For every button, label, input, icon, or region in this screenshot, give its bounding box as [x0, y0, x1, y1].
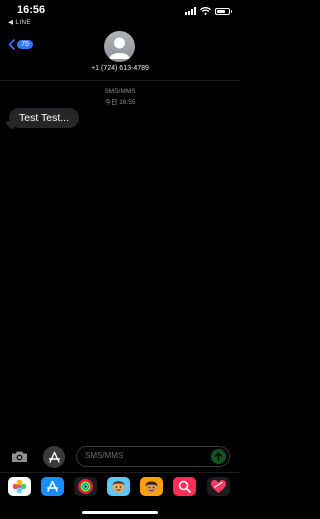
- service-label: SMS/MMS: [104, 88, 136, 95]
- activity-icon: [78, 479, 93, 494]
- chevron-left-icon: [8, 39, 15, 50]
- conversation-header: 75 +1 (724) 613-4789: [0, 28, 240, 80]
- message-input[interactable]: [85, 451, 205, 460]
- app-drawer-item-image-search[interactable]: [173, 477, 196, 496]
- camera-button[interactable]: [11, 450, 28, 468]
- status-time: 16:56: [17, 4, 46, 16]
- camera-icon: [12, 451, 27, 462]
- message-input-field[interactable]: [76, 446, 230, 467]
- battery-icon: [215, 7, 232, 15]
- back-to-app-link[interactable]: ◀ LINE: [8, 18, 31, 26]
- image-search-icon: [178, 480, 191, 493]
- wifi-icon: [200, 7, 211, 15]
- app-store-button[interactable]: [43, 446, 65, 468]
- header-divider: [0, 80, 240, 81]
- back-button[interactable]: 75: [8, 39, 33, 50]
- message-bubble-incoming[interactable]: Test Test...: [9, 108, 79, 128]
- app-drawer-item-memoji-stickers[interactable]: [140, 477, 163, 496]
- unread-count-badge: 75: [17, 40, 33, 49]
- cellular-signal-icon: [185, 7, 196, 15]
- app-drawer-item-activity[interactable]: [74, 477, 97, 496]
- home-indicator[interactable]: [82, 511, 158, 514]
- message-timestamp: 今日 16:55: [104, 99, 136, 106]
- memoji-sticker-icon: [145, 481, 158, 493]
- imessage-app-drawer: [0, 472, 240, 501]
- memoji-icon: [112, 481, 125, 493]
- send-button[interactable]: [211, 449, 226, 464]
- person-icon: [109, 37, 130, 59]
- app-store-icon: [46, 480, 59, 492]
- digital-touch-icon: [211, 480, 226, 493]
- app-store-icon: [48, 451, 60, 463]
- app-drawer-item-photos[interactable]: [8, 477, 31, 496]
- status-icons: [185, 7, 232, 15]
- message-composer: [0, 444, 240, 470]
- photos-icon: [12, 479, 27, 494]
- app-drawer-item-digital-touch[interactable]: [207, 477, 230, 496]
- arrow-up-icon: [215, 452, 222, 461]
- app-drawer-item-memoji[interactable]: [107, 477, 130, 496]
- app-drawer-item-app-store[interactable]: [41, 477, 64, 496]
- contact-number[interactable]: +1 (724) 613-4789: [0, 65, 240, 72]
- status-bar: 16:56 ◀ LINE: [0, 0, 240, 30]
- contact-avatar[interactable]: [104, 31, 135, 62]
